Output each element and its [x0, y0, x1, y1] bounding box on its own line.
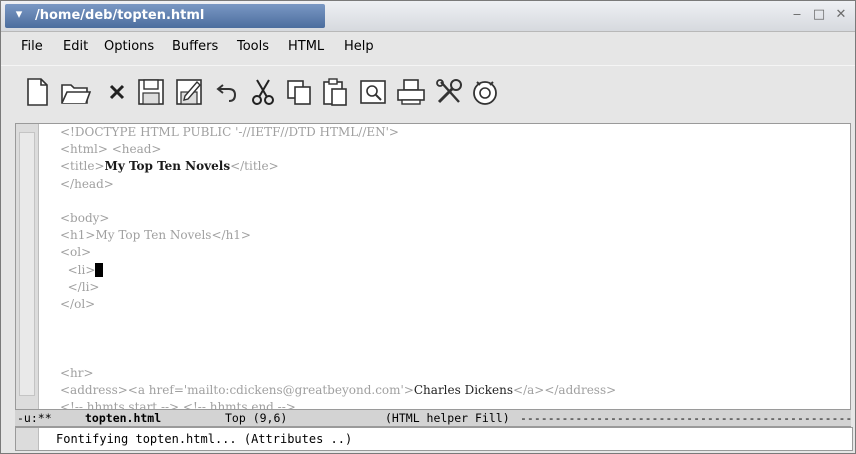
code-line: </ol>: [60, 296, 96, 311]
code-line: <li>: [60, 262, 850, 279]
undo-icon[interactable]: [211, 76, 243, 108]
echo-message: Fontifying topten.html... (Attributes ..…: [56, 432, 353, 446]
code-line: <title>My Top Ten Novels</title>: [60, 159, 279, 174]
maximize-icon[interactable]: □: [811, 7, 827, 23]
menu-tools[interactable]: Tools: [237, 39, 269, 54]
modeline-flags: -u:**: [17, 411, 52, 425]
new-file-icon[interactable]: [21, 76, 53, 108]
save-icon[interactable]: [135, 76, 167, 108]
code-line: <h1>My Top Ten Novels</h1>: [60, 228, 251, 243]
menu-options[interactable]: Options: [104, 39, 154, 54]
echo-scrollbar: [16, 428, 39, 450]
code-area[interactable]: <!DOCTYPE HTML PUBLIC '-//IETF//DTD HTML…: [60, 124, 850, 412]
paste-icon[interactable]: [319, 76, 351, 108]
echo-area[interactable]: Fontifying topten.html... (Attributes ..…: [15, 427, 853, 451]
menu-file[interactable]: File: [21, 39, 43, 54]
title-bar: ▾ /home/deb/topten.html ‒ □ ✕: [1, 1, 855, 32]
print-icon[interactable]: [395, 76, 427, 108]
editor-buffer[interactable]: <!DOCTYPE HTML PUBLIC '-//IETF//DTD HTML…: [15, 123, 851, 413]
preferences-icon[interactable]: [433, 76, 465, 108]
menu-bar: File Edit Options Buffers Tools HTML Hel…: [1, 32, 855, 62]
copy-icon[interactable]: [283, 76, 315, 108]
cut-icon[interactable]: [247, 76, 279, 108]
title-tab[interactable]: ▾ /home/deb/topten.html: [5, 4, 325, 28]
code-line: </head>: [60, 176, 114, 191]
search-icon[interactable]: [357, 76, 389, 108]
code-line: <html> <head>: [60, 142, 162, 157]
modeline-fill: ----------------------------------------…: [520, 411, 853, 425]
code-line: </li>: [60, 279, 100, 294]
modeline-position: Top (9,6): [225, 411, 288, 425]
menu-edit[interactable]: Edit: [63, 39, 88, 54]
code-line: <address><a href='mailto:cdickens@greatb…: [60, 382, 617, 397]
help-icon[interactable]: [469, 76, 501, 108]
code-line: <body>: [60, 210, 110, 225]
close-icon[interactable]: ✕: [833, 7, 849, 23]
emacs-window: ▾ /home/deb/topten.html ‒ □ ✕ File Edit …: [0, 0, 856, 454]
open-folder-icon[interactable]: [59, 76, 92, 108]
scrollbar-thumb[interactable]: [19, 132, 35, 396]
code-line: <ol>: [60, 245, 92, 260]
window-menu-icon[interactable]: ▾: [11, 7, 27, 23]
toolbar: [1, 65, 855, 118]
text-cursor: [95, 263, 104, 277]
mode-line: -u:** topten.html Top (9,6) (HTML helper…: [15, 409, 853, 427]
menu-buffers[interactable]: Buffers: [172, 39, 218, 54]
code-line: <hr>: [60, 365, 94, 380]
modeline-mode[interactable]: (HTML helper Fill): [385, 410, 510, 426]
editor-scrollbar[interactable]: [16, 124, 39, 412]
close-buffer-icon[interactable]: [101, 76, 133, 108]
menu-html[interactable]: HTML: [288, 39, 324, 54]
modeline-buffer-name[interactable]: topten.html: [85, 410, 161, 426]
window-title: /home/deb/topten.html: [35, 8, 205, 23]
save-as-icon[interactable]: [173, 76, 205, 108]
minimize-icon[interactable]: ‒: [789, 7, 805, 23]
menu-help[interactable]: Help: [344, 39, 374, 54]
code-line: <!DOCTYPE HTML PUBLIC '-//IETF//DTD HTML…: [60, 125, 399, 139]
